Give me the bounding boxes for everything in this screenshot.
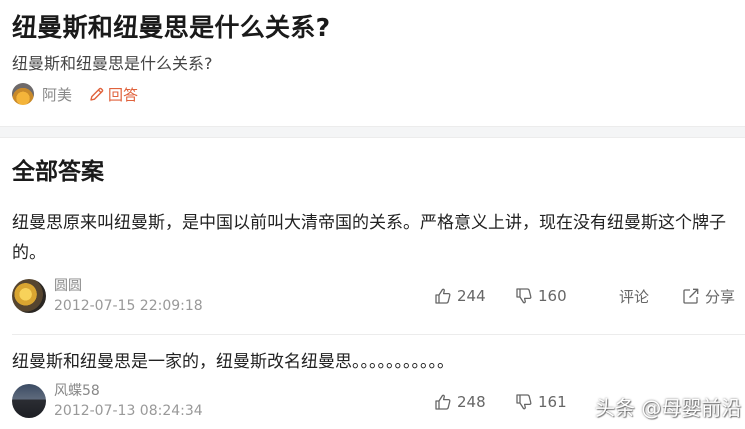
answer-button[interactable]: 回答 [88, 84, 138, 105]
pencil-icon [90, 87, 104, 101]
dislike-button[interactable]: 160 [515, 287, 567, 305]
share-button[interactable]: 分享 [682, 286, 735, 307]
dislike-button[interactable]: 161 [515, 393, 567, 411]
watermark: 头条 @母婴前沿 [595, 396, 742, 420]
dislike-count: 161 [538, 393, 567, 411]
like-count: 244 [457, 287, 486, 305]
thumbs-down-icon [516, 394, 532, 410]
thumbs-up-icon [435, 394, 451, 410]
answer-text: 纽曼思原来叫纽曼斯，是中国以前叫大清帝国的关系。严格意义上讲，现在没有纽曼斯这个… [12, 213, 726, 263]
like-count: 248 [457, 393, 486, 411]
asker-name[interactable]: 阿美 [42, 84, 72, 105]
like-button[interactable]: 248 [434, 393, 486, 411]
share-icon [683, 288, 699, 304]
question-meta: 阿美 回答 [12, 83, 138, 105]
answer-text: 纽曼斯和纽曼思是一家的，纽曼斯改名纽曼思。。。。。。。。。。。 [12, 352, 454, 372]
section-separator [0, 126, 745, 138]
asker-avatar[interactable] [12, 83, 34, 105]
answer-actions: 244 160 评论 分享 [0, 286, 745, 306]
question-description: 纽曼斯和纽曼思是什么关系? [12, 54, 213, 73]
like-button[interactable]: 244 [434, 287, 486, 305]
all-answers-heading: 全部答案 [12, 159, 104, 185]
comment-button[interactable]: 评论 [619, 286, 649, 307]
answer-divider [12, 334, 745, 335]
share-label: 分享 [705, 287, 736, 306]
dislike-count: 160 [538, 287, 567, 305]
answer-button-label: 回答 [108, 85, 139, 104]
question-title: 纽曼斯和纽曼思是什么关系? [12, 13, 331, 42]
comment-label: 评论 [619, 287, 650, 306]
thumbs-down-icon [516, 288, 532, 304]
thumbs-up-icon [435, 288, 451, 304]
